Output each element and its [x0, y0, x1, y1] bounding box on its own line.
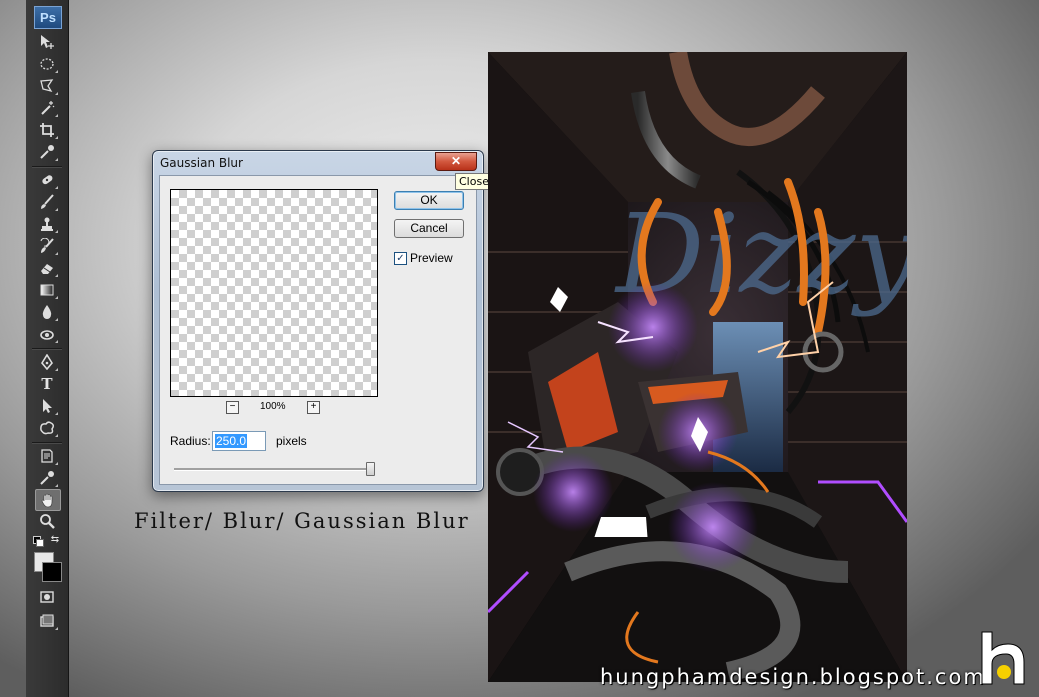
custom-shape-tool-icon[interactable] [35, 418, 59, 438]
photoshop-logo: Ps [34, 6, 62, 29]
clone-stamp-tool-icon[interactable] [35, 214, 59, 234]
artwork-illustration: Dizzy [488, 52, 907, 682]
gaussian-blur-dialog: Gaussian Blur ✕ − 100% + OK Cancel ✓ Pre… [152, 150, 484, 492]
radius-label: Radius: [170, 434, 211, 448]
notes-tool-icon[interactable] [35, 446, 59, 466]
close-button[interactable]: ✕ [435, 152, 477, 171]
tools-panel: Ps T ⇆ [26, 0, 69, 697]
screen-mode-icon[interactable] [35, 611, 59, 631]
eraser-tool-icon[interactable] [35, 258, 59, 278]
polygonal-lasso-tool-icon[interactable] [35, 76, 59, 96]
preview-checkbox-row[interactable]: ✓ Preview [394, 251, 453, 265]
zoom-out-button[interactable]: − [226, 401, 239, 414]
radius-slider-thumb[interactable] [366, 462, 375, 476]
eyedropper-3d-tool-icon[interactable] [35, 468, 59, 488]
pen-tool-icon[interactable] [35, 352, 59, 372]
path-selection-tool-icon[interactable] [35, 396, 59, 416]
zoom-level: 100% [260, 401, 286, 412]
background-color-swatch[interactable] [42, 562, 62, 582]
elliptical-marquee-tool-icon[interactable] [35, 54, 59, 74]
gradient-tool-icon[interactable] [35, 280, 59, 300]
preview-label: Preview [410, 251, 453, 265]
dialog-body: − 100% + OK Cancel ✓ Preview Radius: 250… [159, 175, 477, 485]
caption-text: Filter/ Blur/ Gaussian Blur [134, 509, 470, 533]
radius-value: 250.0 [215, 434, 248, 448]
radius-unit: pixels [276, 434, 307, 448]
dodge-tool-icon[interactable] [35, 324, 59, 344]
zoom-tool-icon[interactable] [35, 511, 59, 531]
cancel-button[interactable]: Cancel [394, 219, 464, 238]
spot-healing-brush-tool-icon[interactable] [35, 170, 59, 190]
preview-checkbox[interactable]: ✓ [394, 251, 407, 265]
zoom-in-button[interactable]: + [307, 401, 320, 414]
radius-input[interactable]: 250.0 [212, 431, 266, 451]
watermark-text: hungphamdesign.blogspot.com [600, 665, 986, 689]
type-tool-icon[interactable]: T [35, 374, 59, 394]
ok-button[interactable]: OK [394, 191, 464, 210]
blur-tool-icon[interactable] [35, 302, 59, 322]
default-colors-icon[interactable] [33, 536, 44, 547]
eyedropper-tool-icon[interactable] [35, 142, 59, 162]
move-tool-icon[interactable] [35, 32, 59, 52]
preview-zoom-controls: − 100% + [226, 401, 326, 415]
artwork-canvas: Dizzy [488, 52, 907, 682]
dialog-title: Gaussian Blur [160, 156, 243, 170]
radius-slider-track[interactable] [174, 468, 374, 471]
hand-tool-icon[interactable] [35, 489, 61, 511]
swap-colors-icon[interactable]: ⇆ [48, 533, 62, 545]
magic-wand-tool-icon[interactable] [35, 98, 59, 118]
brush-tool-icon[interactable] [35, 192, 59, 212]
quick-mask-mode-icon[interactable] [35, 587, 59, 607]
history-brush-tool-icon[interactable] [35, 236, 59, 256]
crop-tool-icon[interactable] [35, 120, 59, 140]
filter-preview-area[interactable] [170, 189, 378, 397]
brand-logo-icon [981, 631, 1025, 685]
